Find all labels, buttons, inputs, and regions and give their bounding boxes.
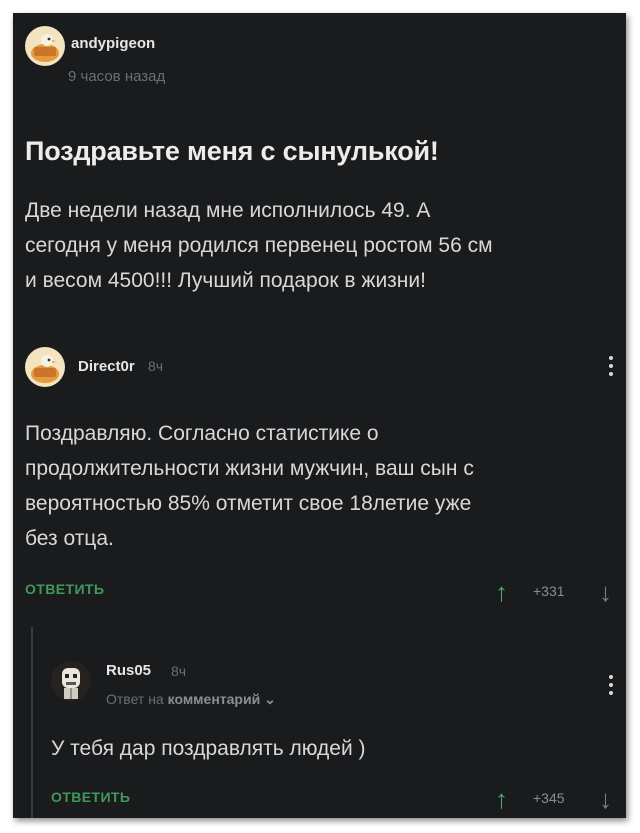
comment-reply-button[interactable]: ОТВЕТИТЬ	[25, 581, 104, 597]
reply-downvote-arrow-icon[interactable]: ↓	[599, 786, 612, 812]
reply-menu-icon[interactable]	[605, 675, 617, 699]
pigeon-avatar-icon	[31, 34, 59, 62]
reply-score: +345	[533, 790, 565, 806]
comment-score: +331	[533, 583, 565, 599]
reply-thread-line	[31, 627, 33, 818]
post-body-line: Две недели назад мне исполнилось 49. А	[25, 199, 431, 222]
reply-to-prefix: Ответ на	[106, 691, 164, 707]
chevron-down-icon[interactable]: ⌄	[264, 691, 276, 707]
reply-author-name[interactable]: Rus05	[106, 662, 151, 679]
pigeon-avatar-icon	[31, 355, 59, 383]
comment-body-line: продолжительности жизни мужчин, ваш сын …	[25, 457, 474, 480]
post-time: 9 часов назад	[68, 68, 166, 85]
post-body: Две недели назад мне исполнилось 49. А с…	[25, 193, 493, 298]
post-body-line: и весом 4500!!! Лучший подарок в жизни!	[25, 269, 426, 292]
reply-to-reference: Ответ на комментарий ⌄	[106, 691, 276, 708]
reply-upvote-arrow-icon[interactable]: ↑	[495, 786, 508, 812]
comment-body-line: без отца.	[25, 527, 114, 550]
post-author-avatar[interactable]	[25, 26, 65, 66]
comment-time: 8ч	[148, 358, 164, 374]
reply-time: 8ч	[171, 663, 187, 679]
comment-author-name[interactable]: Direct0r	[78, 358, 135, 375]
reply-author-avatar[interactable]	[51, 661, 91, 701]
comment-menu-icon[interactable]	[605, 356, 617, 380]
post-title[interactable]: Поздравьте меня с сынулькой!	[25, 136, 439, 167]
reply-to-comment-link[interactable]: комментарий	[168, 691, 261, 707]
comment-downvote-arrow-icon[interactable]: ↓	[599, 579, 612, 605]
comment-body-line: Поздравляю. Согласно статистике о	[25, 422, 379, 445]
post-author-name[interactable]: andypigeon	[71, 35, 155, 52]
comment-author-avatar[interactable]	[25, 347, 65, 387]
reply-reply-button[interactable]: ОТВЕТИТЬ	[51, 789, 130, 805]
comment-body-line: вероятностью 85% отметит свое 18летие уж…	[25, 492, 472, 515]
comment-body: Поздравляю. Согласно статистике о продол…	[25, 416, 474, 556]
reply-body: У тебя дар поздравлять людей )	[51, 737, 366, 760]
skeleton-avatar-icon	[62, 668, 80, 699]
screenshot-frame: andypigeon 9 часов назад Поздравьте меня…	[13, 13, 626, 818]
post-body-line: сегодня у меня родился первенец ростом 5…	[25, 234, 493, 257]
comment-upvote-arrow-icon[interactable]: ↑	[495, 579, 508, 605]
